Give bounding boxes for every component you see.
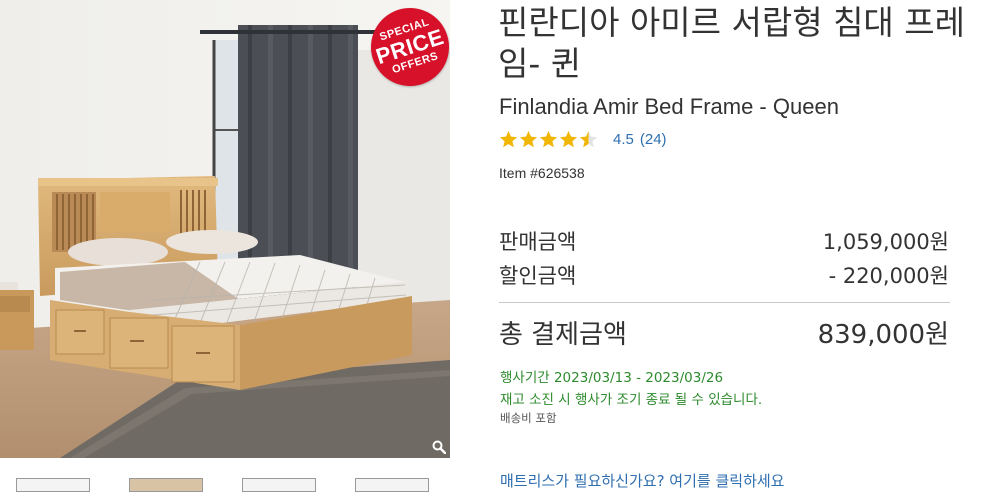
star-icon [579, 130, 598, 147]
item-number: Item #626538 [499, 165, 585, 181]
star-icon [539, 130, 558, 147]
thumbnail-2[interactable] [129, 478, 203, 492]
total-price-amount: 839,000원 [817, 320, 949, 350]
zoom-button[interactable] [430, 438, 448, 456]
thumbnail-3[interactable] [242, 478, 316, 492]
shipping-note: 배송비 포함 [500, 411, 557, 425]
sale-price-row: 판매금액 1,059,000원 [499, 226, 949, 256]
discount-amount: - 220,000원 [828, 264, 949, 288]
magnifier-icon [432, 440, 446, 454]
sale-price-amount: 1,059,000원 [822, 230, 949, 254]
product-image[interactable]: SPECIAL PRICE OFFERS [0, 0, 450, 458]
discount-row: 할인금액 - 220,000원 [499, 260, 949, 290]
mattress-link[interactable]: 매트리스가 필요하신가요? 여기를 클릭하세요 [500, 470, 784, 491]
product-rating[interactable]: 4.5 (24) [499, 129, 667, 149]
promo-stock-note: 재고 소진 시 행사가 조기 종료 될 수 있습니다. [500, 392, 763, 408]
rating-value: 4.5 [613, 130, 634, 148]
star-icon [559, 130, 578, 147]
sale-price-label: 판매금액 [499, 230, 577, 254]
rating-stars [499, 130, 599, 149]
star-icon [499, 130, 518, 147]
product-title-en: Finlandia Amir Bed Frame - Queen [499, 94, 839, 119]
price-divider [499, 302, 950, 303]
promo-period: 행사기간 2023/03/13 - 2023/03/26 [500, 370, 724, 386]
total-price-label: 총 결제금액 [499, 320, 627, 350]
star-icon [519, 130, 538, 147]
thumbnail-strip [0, 476, 450, 492]
thumbnail-1[interactable] [16, 478, 90, 492]
discount-label: 할인금액 [499, 264, 577, 288]
review-count-link[interactable]: (24) [640, 131, 667, 148]
total-price-row: 총 결제금액 839,000원 [499, 314, 949, 351]
product-title-ko: 핀란디아 아미르 서랍형 침대 프레임- 퀸 [498, 3, 965, 83]
thumbnail-4[interactable] [355, 478, 429, 492]
